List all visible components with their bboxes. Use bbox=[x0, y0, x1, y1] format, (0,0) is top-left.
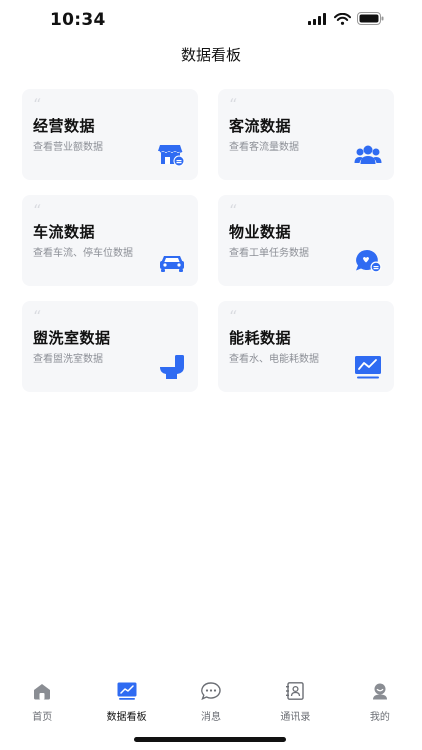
tab-label: 数据看板 bbox=[106, 712, 147, 723]
card-desc: 查看工单任务数据 bbox=[229, 248, 309, 259]
contacts-icon bbox=[286, 682, 305, 700]
tab-label: 消息 bbox=[201, 712, 222, 723]
card-desc: 查看盥洗室数据 bbox=[33, 354, 103, 365]
wifi-icon bbox=[334, 12, 351, 25]
card-desc: 查看营业额数据 bbox=[33, 142, 103, 153]
card-title: 客流数据 bbox=[229, 117, 292, 135]
tab-label: 首页 bbox=[32, 712, 53, 723]
quote-mark-icon: “ bbox=[229, 201, 238, 220]
card-title: 车流数据 bbox=[33, 223, 96, 241]
battery-icon bbox=[357, 12, 384, 25]
status-bar: 10:34 bbox=[0, 0, 422, 40]
tab-bar: 首页 数据看板 消息 通讯录 我的 bbox=[0, 678, 422, 728]
quote-mark-icon: “ bbox=[229, 307, 238, 326]
users-icon bbox=[354, 145, 382, 164]
toilet-icon bbox=[160, 355, 184, 379]
tab-contacts[interactable]: 通讯录 bbox=[253, 678, 337, 728]
status-time: 10:34 bbox=[50, 10, 106, 30]
tab-label: 我的 bbox=[369, 712, 390, 723]
quote-mark-icon: “ bbox=[33, 307, 42, 326]
page-title: 数据看板 bbox=[180, 46, 241, 64]
dashboard-grid: “ 经营数据 查看营业额数据 “ 客流数据 查看客流量数据 “ 车流数据 查看车… bbox=[22, 89, 394, 392]
quote-mark-icon: “ bbox=[33, 95, 42, 114]
card-title: 物业数据 bbox=[229, 223, 292, 241]
tab-home[interactable]: 首页 bbox=[0, 678, 84, 728]
quote-mark-icon: “ bbox=[33, 201, 42, 220]
card-title: 能耗数据 bbox=[229, 329, 292, 347]
card-restroom-data[interactable]: “ 盥洗室数据 查看盥洗室数据 bbox=[22, 301, 198, 392]
monitor-chart-icon bbox=[355, 356, 381, 379]
card-title: 盥洗室数据 bbox=[33, 329, 111, 347]
cellular-signal-icon bbox=[308, 12, 326, 25]
tab-dashboard[interactable]: 数据看板 bbox=[84, 678, 168, 728]
message-icon bbox=[201, 682, 221, 700]
card-desc: 查看车流、停车位数据 bbox=[33, 248, 133, 259]
status-icons bbox=[308, 12, 384, 25]
card-passenger-flow-data[interactable]: “ 客流数据 查看客流量数据 bbox=[218, 89, 394, 180]
store-icon bbox=[158, 145, 185, 167]
card-desc: 查看水、电能耗数据 bbox=[229, 354, 319, 365]
card-property-data[interactable]: “ 物业数据 查看工单任务数据 bbox=[218, 195, 394, 286]
tab-messages[interactable]: 消息 bbox=[169, 678, 253, 728]
card-desc: 查看客流量数据 bbox=[229, 142, 299, 153]
home-icon bbox=[34, 684, 51, 700]
card-business-data[interactable]: “ 经营数据 查看营业额数据 bbox=[22, 89, 198, 180]
tab-label: 通讯录 bbox=[280, 712, 311, 723]
chat-bubble-icon bbox=[356, 250, 382, 273]
dashboard-icon bbox=[117, 682, 137, 700]
profile-icon bbox=[372, 683, 387, 700]
tab-profile[interactable]: 我的 bbox=[338, 678, 422, 728]
home-indicator bbox=[134, 737, 286, 742]
car-icon bbox=[160, 256, 184, 272]
card-title: 经营数据 bbox=[33, 117, 96, 135]
card-energy-data[interactable]: “ 能耗数据 查看水、电能耗数据 bbox=[218, 301, 394, 392]
quote-mark-icon: “ bbox=[229, 95, 238, 114]
card-traffic-data[interactable]: “ 车流数据 查看车流、停车位数据 bbox=[22, 195, 198, 286]
